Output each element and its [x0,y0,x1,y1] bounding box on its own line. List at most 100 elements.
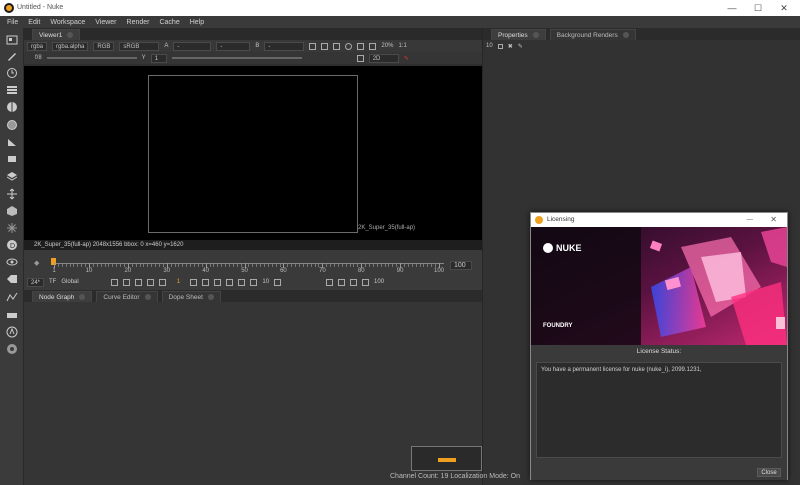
maximize-button[interactable]: ☐ [748,2,768,14]
node-graph-minimap[interactable] [411,446,482,471]
tab-curve-editor[interactable]: Curve Editor [96,291,158,302]
draw-nodes-icon[interactable] [6,50,18,62]
menu-viewer[interactable]: Viewer [95,19,116,26]
layers-icon[interactable] [6,170,18,182]
close-window-button[interactable]: ✕ [774,2,794,14]
color-nodes-icon[interactable] [6,101,18,113]
menu-render[interactable]: Render [127,19,150,26]
clear-panels-icon[interactable]: ✖ [508,43,513,50]
close-tab-icon[interactable] [67,32,74,39]
prev-keyframe-icon[interactable] [135,278,143,286]
refresh-icon[interactable] [345,42,353,50]
metadata-icon[interactable] [6,273,18,285]
layer-dropdown[interactable]: rgba.alpha [52,41,89,51]
input-b-dropdown[interactable]: - [264,41,305,51]
goto-end-icon[interactable] [226,278,234,286]
stop-icon[interactable] [238,278,246,286]
color-picker-icon[interactable]: ✎ [404,55,409,62]
nukex-icon[interactable] [6,343,18,355]
step-forward-icon[interactable] [190,278,198,286]
gamma-slider[interactable] [171,57,302,59]
close-tab-icon[interactable] [79,294,86,301]
filter-nodes-icon[interactable] [6,119,18,131]
minimap-viewport[interactable] [438,458,456,462]
step-field[interactable]: 10 [262,279,269,285]
channel-nodes-icon[interactable] [6,84,18,96]
timeline-tick [396,264,398,267]
zoom-value[interactable]: 20% [381,43,393,49]
furnace-icon[interactable] [6,326,18,338]
timeline-tick [291,264,293,267]
export-icon[interactable] [362,278,370,286]
lock-icon[interactable] [369,42,377,50]
display-lut-dropdown[interactable]: sRGB [119,41,160,51]
tab-dope-sheet[interactable]: Dope Sheet [161,291,221,302]
cache-icon[interactable] [326,278,334,286]
menu-file[interactable]: File [7,19,18,26]
keyer-nodes-icon[interactable] [6,136,18,148]
tab-viewer1[interactable]: Viewer1 [32,29,81,40]
wipe-icon[interactable] [309,42,317,50]
timeline-tick [306,264,308,267]
playback-cache-icon[interactable] [338,278,346,286]
tab-properties[interactable]: Properties [491,29,546,40]
skip-back-icon[interactable] [250,278,258,286]
toolsets-icon[interactable] [6,291,18,303]
tab-node-graph[interactable]: Node Graph [32,291,93,302]
close-tab-icon[interactable] [144,294,151,301]
close-tab-icon[interactable] [622,32,629,39]
merge-nodes-icon[interactable] [6,153,18,165]
channels-dropdown[interactable]: rgba [27,41,48,51]
ratio-value[interactable]: 1:1 [398,43,406,49]
overlay-icon[interactable] [333,42,341,50]
close-button[interactable]: Close [757,468,781,477]
tf-dropdown[interactable]: TF [49,279,56,285]
play-backward-icon[interactable] [147,278,155,286]
max-panels-field[interactable]: 10 [486,43,493,49]
close-tab-icon[interactable] [207,294,214,301]
image-nodes-icon[interactable] [6,34,18,46]
input-a-dropdown[interactable]: - [173,41,212,51]
viewer-roi-icon[interactable] [356,54,364,62]
skip-forward-icon[interactable] [274,278,282,286]
gain-slider[interactable] [46,57,137,59]
input-a2-dropdown[interactable]: - [216,41,251,51]
timeline-tick [155,264,157,267]
next-keyframe-icon[interactable] [214,278,222,286]
nuke-brand-icon [543,243,553,253]
pause-icon[interactable] [357,42,365,50]
loop-icon[interactable] [111,278,119,286]
fstop-value[interactable]: f/8 [35,55,42,61]
particles-icon[interactable] [6,222,18,234]
other-nodes-icon[interactable] [6,308,18,320]
menu-edit[interactable]: Edit [28,19,40,26]
minimize-dialog-button[interactable]: — [747,213,754,227]
deep-nodes-icon[interactable]: D [6,239,18,251]
current-frame-field[interactable]: 1 [171,279,185,285]
view-mode-dropdown[interactable]: 2D [368,53,399,63]
time-nodes-icon[interactable] [6,67,18,79]
menu-cache[interactable]: Cache [159,19,179,26]
fps-dropdown[interactable]: 24* [27,277,45,287]
tab-background-renders[interactable]: Background Renders [549,29,636,40]
minimize-button[interactable]: — [722,2,742,14]
gamma-field[interactable]: 1 [150,53,167,63]
lock-icon[interactable] [497,43,503,49]
3d-nodes-icon[interactable] [6,205,18,217]
rgb-dropdown[interactable]: RGB [93,41,115,51]
lock-range-icon[interactable] [350,278,358,286]
close-tab-icon[interactable] [532,32,539,39]
close-dialog-button[interactable]: ✕ [770,213,777,227]
views-icon[interactable] [6,256,18,268]
edit-icon[interactable]: ✎ [518,43,523,50]
step-back-icon[interactable] [159,278,167,286]
menu-help[interactable]: Help [190,19,204,26]
play-forward-icon[interactable] [202,278,210,286]
transform-nodes-icon[interactable] [6,188,18,200]
roi-icon[interactable] [321,42,329,50]
scope-dropdown[interactable]: Global [61,279,106,285]
end-frame-field[interactable]: 100 [450,261,472,270]
goto-start-icon[interactable] [123,278,131,286]
menu-workspace[interactable]: Workspace [50,19,85,26]
viewer-canvas[interactable]: 2K_Super_35(full-ap) [24,66,482,264]
